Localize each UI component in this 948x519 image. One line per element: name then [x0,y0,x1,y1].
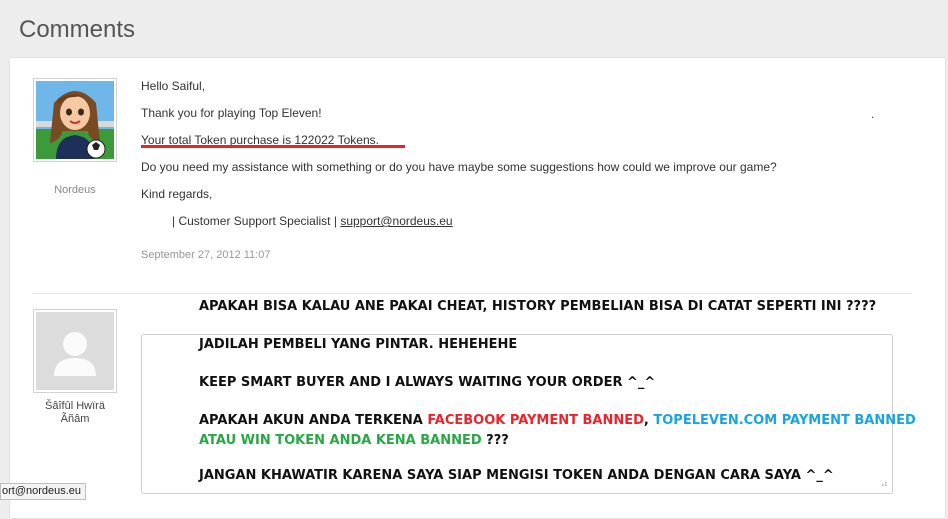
comment-question: Do you need my assistance with something… [141,160,777,174]
comment-author[interactable]: Šâîfûl Hwïrä Ãñâm [33,400,117,426]
comment-greeting: Hello Saiful, [141,79,206,93]
comment-thanks: Thank you for playing Top Eleven! [141,106,322,120]
support-email-link[interactable]: support@nordeus.eu [340,214,452,228]
facebook-banned-text: FACEBOOK PAYMENT BANNED [427,413,644,428]
reply-line-2: KEEP SMART BUYER AND I ALWAYS WAITING YO… [199,375,656,390]
comment-author[interactable]: Nordeus [33,184,117,196]
reply-line-4-part-b: ??? [481,433,509,448]
win-token-banned-text: ATAU WIN TOKEN ANDA KENA BANNED [199,433,482,448]
reply-line-3-part-a: APAKAH AKUN ANDA TERKENA [199,413,428,428]
reply-line-3-part-c: , [643,413,654,428]
cartoon-girl-avatar-icon [36,81,114,159]
link-status-tooltip: ort@nordeus.eu [0,483,86,500]
comment-date[interactable]: September 27, 2012 11:07 [141,249,270,261]
nordeus-avatar[interactable] [33,78,117,162]
comment-closing: Kind regards, [141,187,213,201]
reply-line-4: ATAU WIN TOKEN ANDA KENA BANNED ??? [199,433,509,448]
comment-text: APAKAH BISA KALAU ANE PAKAI CHEAT, HISTO… [199,299,877,314]
page-title: Comments [19,16,136,43]
comment-divider [32,293,912,294]
resize-grip-icon[interactable]: ⠴ [881,479,888,490]
highlight-underline [141,145,405,148]
reply-line-3: APAKAH AKUN ANDA TERKENA FACEBOOK PAYMEN… [199,413,916,428]
topeleven-banned-text: TOPELEVEN.COM PAYMENT BANNED [653,413,916,428]
default-user-silhouette-icon [36,312,114,390]
reply-line-1: JADILAH PEMBELI YANG PINTAR. HEHEHEHE [199,337,518,352]
stray-mark: . [871,107,875,121]
signature-prefix: | Customer Support Specialist | [172,214,337,228]
signature-line: | Customer Support Specialist | support@… [172,214,453,228]
user-avatar[interactable] [33,309,117,393]
reply-line-5: JANGAN KHAWATIR KARENA SAYA SIAP MENGISI… [199,468,834,483]
